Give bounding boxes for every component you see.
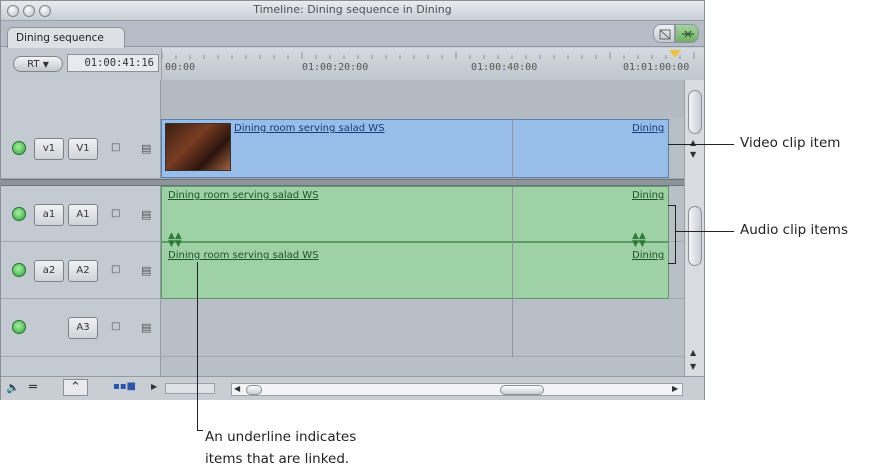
- timeline-bottom-bar: 🔈 ═ ⌃ ▪▪■ ▶ ◀ ▶: [1, 376, 704, 400]
- video-scroll-thumb[interactable]: [688, 90, 702, 134]
- callout-line-underline-foot: [197, 430, 203, 431]
- scroll-up-arrow-icon[interactable]: ▲: [690, 138, 696, 147]
- zoom-slider[interactable]: [165, 383, 215, 394]
- edit-point[interactable]: [512, 118, 513, 179]
- audio-scroll-thumb[interactable]: [688, 206, 702, 266]
- sync-icon[interactable]: ▤: [141, 321, 153, 334]
- track-a2: a2 A2 □ ▤ ▼▼ ▼▼ Dining room serving sala…: [1, 239, 704, 299]
- ruler-tick-marks: [162, 52, 695, 59]
- source-control-a2[interactable]: a2: [34, 260, 64, 282]
- snapping-button[interactable]: [675, 24, 699, 43]
- rt-menu-button[interactable]: RT ▼: [13, 56, 63, 72]
- audio-clip-item-a2[interactable]: ▼▼ ▼▼ Dining room serving salad WS Dinin…: [161, 239, 669, 299]
- link-marker-icon: ▼▼: [168, 239, 182, 249]
- snap-icon: [682, 30, 694, 38]
- sync-icon[interactable]: ▤: [141, 142, 153, 155]
- track-visibility-toggle-icon[interactable]: [12, 141, 26, 155]
- scroll-left-arrow-icon[interactable]: ◀: [234, 384, 240, 393]
- playhead-icon[interactable]: [669, 50, 681, 58]
- ruler-tick-label: 01:01:00:00: [623, 62, 690, 73]
- audio-clip-name: Dining room serving salad WS: [168, 190, 319, 201]
- callout-video-clip-item: Video clip item: [740, 135, 841, 151]
- callout-underline-line2: items that are linked.: [205, 451, 350, 467]
- scroll-thumb-left[interactable]: [246, 385, 262, 395]
- scroll-right-arrow-icon[interactable]: ▶: [672, 384, 678, 393]
- timeline-header: RT ▼ 01:00:41:16 00:00 01:00:20:00 01:00…: [1, 48, 704, 80]
- video-audio-divider[interactable]: [1, 179, 704, 186]
- empty-track-space: [161, 80, 704, 118]
- horizontal-scrollbar[interactable]: ◀ ▶: [231, 383, 683, 396]
- timecode-field[interactable]: 01:00:41:16: [67, 54, 159, 72]
- ruler-tick-label: 01:00:20:00: [302, 62, 369, 73]
- destination-control-a1[interactable]: A1: [68, 204, 98, 226]
- audio-waveform-toggle-icon[interactable]: 🔈: [6, 381, 20, 394]
- clip-keyframes-icon[interactable]: ⌃: [63, 379, 88, 396]
- scroll-down-arrow-icon[interactable]: ▼: [690, 362, 696, 371]
- source-control-a1[interactable]: a1: [34, 204, 64, 226]
- sync-icon[interactable]: ▤: [141, 208, 153, 221]
- edit-point: [512, 299, 513, 357]
- zoom-arrow-icon[interactable]: ▶: [151, 382, 157, 391]
- overlay-icon: [659, 29, 671, 40]
- callout-line-underline: [197, 262, 198, 430]
- track-a3: A3 □ ▤: [1, 299, 704, 357]
- callout-line-video: [668, 144, 734, 145]
- scroll-up-arrow-icon[interactable]: ▲: [690, 348, 696, 357]
- title-bar[interactable]: Timeline: Dining sequence in Dining: [1, 1, 704, 21]
- lock-icon[interactable]: □: [111, 321, 121, 332]
- edit-point[interactable]: [512, 186, 513, 242]
- tab-dining-sequence[interactable]: Dining sequence: [7, 27, 125, 48]
- destination-control-a3[interactable]: A3: [68, 317, 98, 339]
- lock-icon[interactable]: □: [111, 264, 121, 275]
- scroll-down-arrow-icon[interactable]: ▼: [690, 150, 696, 159]
- audio-clip-item-a1[interactable]: Dining room serving salad WS Dining ▲▲ ▲…: [161, 186, 669, 242]
- next-audio-clip-name: Dining: [632, 250, 665, 261]
- chevron-down-icon: ▼: [42, 60, 49, 69]
- clip-thumbnail: [165, 123, 231, 171]
- video-clip-name: Dining room serving salad WS: [234, 123, 385, 134]
- callout-bracket: [675, 205, 676, 263]
- callout-bracket-bottom: [668, 263, 676, 264]
- link-marker-icon: ▼▼: [632, 239, 646, 249]
- time-ruler[interactable]: 00:00 01:00:20:00 01:00:40:00 01:01:00:0…: [161, 48, 704, 80]
- audio-clip-name: Dining room serving salad WS: [168, 250, 319, 261]
- callout-audio-clip-items: Audio clip items: [740, 222, 848, 238]
- ruler-tick-label: 00:00: [165, 62, 196, 73]
- next-audio-clip-name: Dining: [632, 190, 665, 201]
- next-video-clip-name: Dining: [632, 123, 665, 134]
- audio-toggle-icon[interactable]: [12, 207, 26, 221]
- track-area: v1 V1 □ ▤ Dining room serving salad WS D…: [1, 80, 704, 376]
- track-size-icon[interactable]: ▪▪■: [113, 381, 136, 392]
- sync-icon[interactable]: ▤: [141, 264, 153, 277]
- track-height-icon[interactable]: ═: [29, 380, 37, 395]
- callout-underline-line1: An underline indicates: [205, 429, 357, 445]
- track-a1: a1 A1 □ ▤ Dining room serving salad WS D…: [1, 186, 704, 242]
- vertical-scrollbar[interactable]: ▲ ▼ ▲ ▼: [684, 80, 704, 376]
- callout-line-audio: [676, 231, 734, 232]
- edit-point[interactable]: [512, 242, 513, 299]
- tab-bar: Dining sequence: [1, 21, 704, 48]
- track-v1: v1 V1 □ ▤ Dining room serving salad WS D…: [1, 118, 704, 179]
- window-title: Timeline: Dining sequence in Dining: [253, 3, 452, 16]
- timeline-window: Timeline: Dining sequence in Dining Dini…: [0, 0, 705, 400]
- destination-control-a2[interactable]: A2: [68, 260, 98, 282]
- rt-label: RT: [27, 59, 40, 70]
- destination-control-v1[interactable]: V1: [68, 138, 98, 160]
- lock-icon[interactable]: □: [111, 208, 121, 219]
- audio-toggle-icon[interactable]: [12, 320, 26, 334]
- audio-toggle-icon[interactable]: [12, 263, 26, 277]
- source-control-v1[interactable]: v1: [34, 138, 64, 160]
- video-clip-item[interactable]: Dining room serving salad WS Dining: [161, 119, 669, 178]
- lock-icon[interactable]: □: [111, 142, 121, 153]
- scroll-thumb-right[interactable]: [500, 385, 544, 395]
- ruler-tick-label: 01:00:40:00: [471, 62, 538, 73]
- clip-overlays-button[interactable]: [653, 24, 675, 43]
